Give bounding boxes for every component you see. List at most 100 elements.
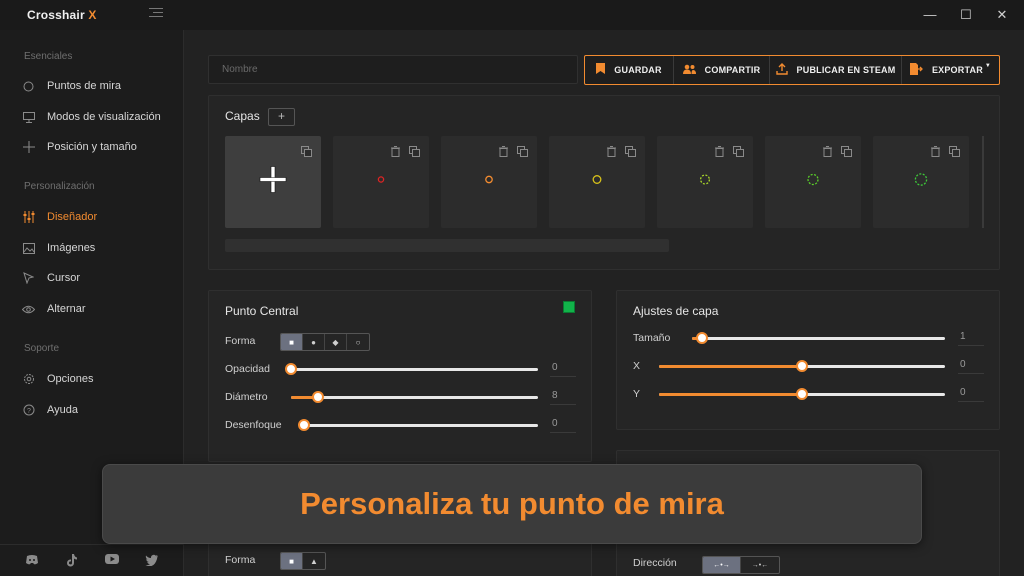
diameter-value[interactable]: 8 — [550, 390, 576, 405]
share-button[interactable]: COMPARTIR — [674, 56, 770, 84]
lower-shape-option-triangle[interactable]: ▲ — [303, 553, 325, 569]
layer-dot-preview-icon — [373, 172, 389, 193]
youtube-icon[interactable] — [105, 554, 119, 568]
sidebar-item-label: Modos de visualización — [47, 111, 161, 123]
size-slider[interactable] — [692, 331, 945, 345]
sidebar-item-designer[interactable]: Diseñador — [22, 207, 172, 227]
slider-thumb[interactable] — [312, 391, 325, 403]
shape-option-ring[interactable]: ○ — [347, 334, 369, 350]
layer-tools — [822, 146, 852, 157]
trash-icon[interactable] — [390, 146, 400, 157]
publish-steam-button[interactable]: PUBLICAR EN STEAM — [770, 56, 902, 84]
sidebar-item-label: Diseñador — [47, 211, 98, 223]
save-button[interactable]: GUARDAR — [585, 56, 674, 84]
y-offset-slider[interactable] — [659, 387, 945, 401]
tiktok-icon[interactable] — [65, 554, 79, 568]
blur-value[interactable]: 0 — [550, 418, 576, 433]
shape-selector: ■ ● ◆ ○ — [280, 333, 370, 351]
app-name: Crosshair — [27, 8, 85, 22]
opacity-slider[interactable] — [285, 362, 538, 376]
x-offset-label: X — [633, 360, 641, 372]
layer-thumbnail[interactable] — [333, 136, 429, 228]
layers-scrollbar[interactable] — [225, 239, 669, 252]
layer-thumbnail[interactable] — [765, 136, 861, 228]
sidebar-item-options[interactable]: Opciones — [22, 369, 172, 389]
layers-scroll-edge — [982, 136, 984, 228]
copy-icon[interactable] — [517, 146, 528, 157]
trash-icon[interactable] — [606, 146, 616, 157]
trash-icon[interactable] — [714, 146, 724, 157]
sidebar-item-images[interactable]: Imágenes — [22, 238, 172, 258]
slider-fill — [659, 393, 802, 396]
export-button[interactable]: EXPORTAR ▼ — [902, 56, 999, 84]
slider-thumb[interactable] — [285, 363, 297, 375]
opacity-value[interactable]: 0 — [550, 362, 576, 377]
add-layer-button[interactable]: + — [268, 108, 295, 126]
shape-option-dot[interactable]: ● — [303, 334, 325, 350]
x-offset-value[interactable]: 0 — [958, 359, 984, 374]
opacity-label: Opacidad — [225, 363, 270, 375]
maximize-button[interactable]: ☐ — [956, 5, 976, 25]
sidebar-section-support: Soporte — [24, 343, 60, 354]
center-dot-title: Punto Central — [225, 304, 299, 318]
action-button-group: GUARDAR COMPARTIR PUBLICAR EN STEAM EXPO… — [584, 55, 1000, 85]
name-input[interactable] — [208, 55, 578, 84]
circle-icon — [22, 80, 35, 93]
slider-track — [291, 396, 538, 399]
layer-thumbnail[interactable] — [657, 136, 753, 228]
copy-icon[interactable] — [841, 146, 852, 157]
sidebar-item-crosshairs[interactable]: Puntos de mira — [22, 76, 172, 96]
trash-icon[interactable] — [930, 146, 940, 157]
layer-thumbnail[interactable] — [549, 136, 645, 228]
promo-banner: Personaliza tu punto de mira — [102, 464, 922, 544]
chevron-down-icon: ▼ — [984, 63, 992, 69]
trash-icon[interactable] — [498, 146, 508, 157]
sidebar-item-label: Puntos de mira — [47, 80, 121, 92]
export-file-icon — [909, 62, 923, 78]
layers-title: Capas — [225, 109, 260, 123]
menu-toggle-icon[interactable] — [149, 8, 163, 19]
discord-icon[interactable] — [25, 554, 39, 568]
copy-icon[interactable] — [409, 146, 420, 157]
trash-icon[interactable] — [822, 146, 832, 157]
twitter-icon[interactable] — [145, 554, 159, 568]
size-value[interactable]: 1 — [958, 331, 984, 346]
shape-option-square[interactable]: ■ — [281, 334, 303, 350]
shape-option-diamond[interactable]: ◆ — [325, 334, 347, 350]
minimize-button[interactable]: — — [920, 5, 940, 25]
sidebar-item-label: Alternar — [47, 303, 86, 315]
lower-shape-option-square[interactable]: ■ — [281, 553, 303, 569]
slider-thumb[interactable] — [298, 419, 310, 431]
upload-icon — [775, 62, 788, 78]
copy-icon[interactable] — [625, 146, 636, 157]
y-offset-value[interactable]: 0 — [958, 387, 984, 402]
direction-option-out[interactable]: ←•→ — [703, 557, 741, 573]
layer-thumbnail[interactable] — [441, 136, 537, 228]
x-offset-slider[interactable] — [659, 359, 945, 373]
sidebar-item-cursor[interactable]: Cursor — [22, 268, 172, 288]
direction-option-in[interactable]: →•← — [741, 557, 779, 573]
promo-banner-text: Personaliza tu punto de mira — [300, 486, 724, 521]
layer-dot-preview-icon — [913, 172, 929, 193]
sidebar-item-display-modes[interactable]: Modos de visualización — [22, 107, 172, 127]
slider-thumb[interactable] — [796, 360, 808, 372]
slider-thumb[interactable] — [796, 388, 808, 400]
sidebar-item-toggle[interactable]: Alternar — [22, 299, 172, 319]
slider-thumb[interactable] — [696, 332, 709, 344]
copy-icon[interactable] — [949, 146, 960, 157]
layer-dot-preview-icon — [589, 172, 605, 193]
layer-thumbnail[interactable] — [873, 136, 969, 228]
layer-thumbnail[interactable] — [225, 136, 321, 228]
save-label: GUARDAR — [614, 65, 662, 75]
layer-tools — [390, 146, 420, 157]
close-button[interactable]: ✕ — [992, 5, 1012, 25]
center-dot-color-swatch[interactable] — [563, 301, 575, 313]
diameter-slider[interactable] — [291, 390, 538, 404]
copy-icon[interactable] — [301, 146, 312, 157]
sidebar-item-label: Cursor — [47, 272, 81, 284]
y-offset-label: Y — [633, 388, 641, 400]
copy-icon[interactable] — [733, 146, 744, 157]
sidebar-item-help[interactable]: ? Ayuda — [22, 400, 172, 420]
sidebar-item-position-size[interactable]: Posición y tamaño — [22, 137, 172, 157]
blur-slider[interactable] — [298, 418, 538, 432]
